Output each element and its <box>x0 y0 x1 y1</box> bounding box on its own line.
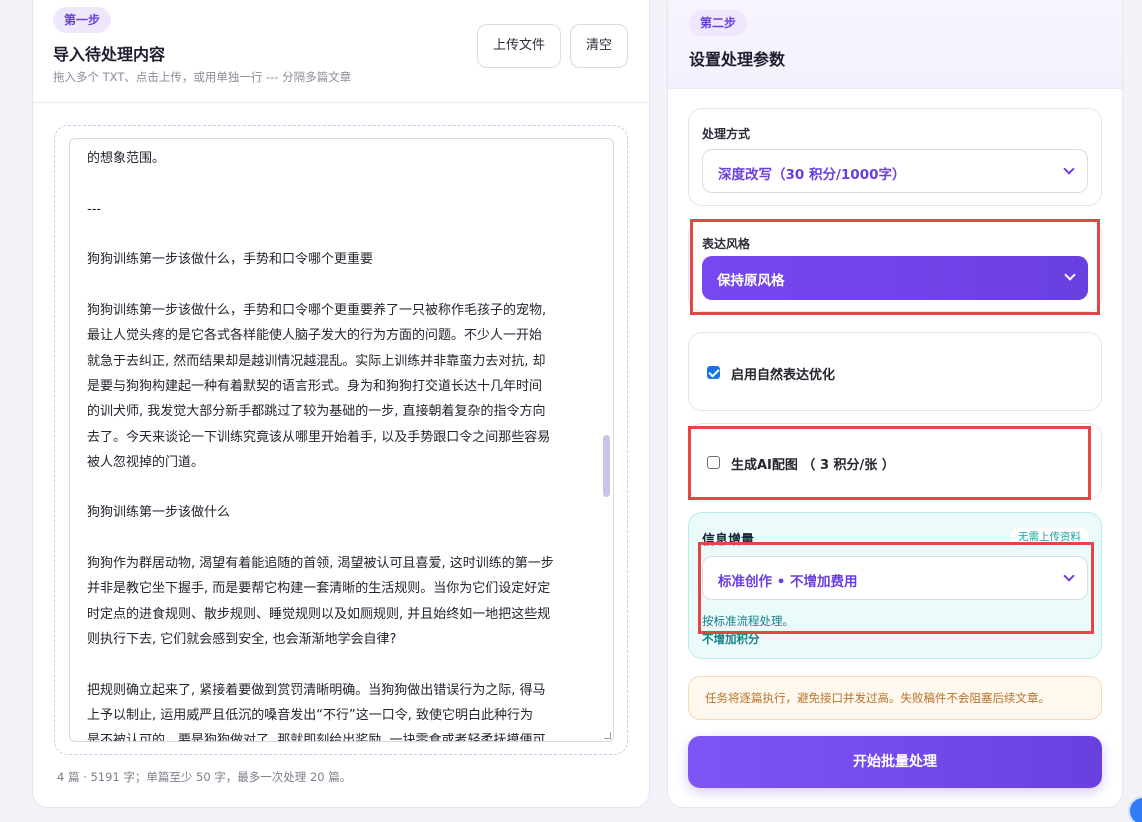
upload-file-button[interactable]: 上传文件 <box>477 24 561 68</box>
mode-select-value: 深度改写（30 积分/1000字） <box>718 167 906 183</box>
editor-line: 狗狗训练第一步该做什么 <box>87 505 231 521</box>
style-select[interactable]: 保持原风格 <box>702 256 1088 300</box>
natural-section: 启用自然表达优化 <box>688 332 1102 411</box>
style-section: 表达风格 保持原风格 <box>688 220 1102 312</box>
help-fab-icon[interactable] <box>1128 796 1142 822</box>
editor-line <box>87 222 592 247</box>
settings-panel: 第二步 设置处理参数 处理方式 深度改写（30 积分/1000字） 表达风格 保… <box>667 0 1123 808</box>
editor-line <box>87 526 592 551</box>
clear-button[interactable]: 清空 <box>570 24 628 68</box>
ai-image-checkbox[interactable] <box>707 456 720 469</box>
editor-line: 是要与狗狗构建起一种有着默契的语言形式。身为和狗狗打交道长达十几年时间 <box>87 378 543 394</box>
editor-line <box>87 475 592 500</box>
info-select-value: 标准创作 • 不增加费用 <box>718 574 858 590</box>
natural-label: 启用自然表达优化 <box>731 368 836 383</box>
editor-line: 并非是教它坐下握手, 而是要帮它构建一套清晰的生活规则。当你为它们设定好定 <box>87 581 551 597</box>
content-textarea[interactable]: 种方式, 而非用于纠正问题的工具, 那么你就会发现宠物给予你的回应, 远远超出你… <box>69 138 614 742</box>
info-tag-badge: 无需上传资料 <box>1010 528 1089 546</box>
import-subtitle: 拖入多个 TXT、点击上传，或用单独一行 --- 分隔多篇文章 <box>53 70 352 84</box>
natural-checkbox[interactable] <box>707 366 720 379</box>
editor-line: 狗狗训练第一步该做什么，手势和口令哪个更重要养了一只被称作毛孩子的宠物, <box>87 303 547 319</box>
import-title: 导入待处理内容 <box>53 45 166 64</box>
style-label: 表达风格 <box>702 237 751 251</box>
mode-section: 处理方式 深度改写（30 积分/1000字） <box>688 108 1102 206</box>
editor-line: 上予以制止, 运用威严且低沉的嗓音发出“不行”这一口令, 致使它明白此种行为 <box>87 707 533 723</box>
editor-line <box>87 172 592 197</box>
info-title: 信息增量 <box>702 533 755 548</box>
editor-line: 的训犬师, 我发觉大部分新手都跳过了较为基础的一步, 直接朝着复杂的指令方向 <box>87 404 546 420</box>
editor-line: 把规则确立起来了, 紧接着要做到赏罚清晰明确。当狗狗做出错误行为之际, 得马 <box>87 682 546 698</box>
info-note: 按标准流程处理。 <box>702 614 794 628</box>
mode-label: 处理方式 <box>702 127 751 141</box>
editor-line: 种方式, 而非用于纠正问题的工具, 那么你就会发现宠物给予你的回应, 远远超出你 <box>87 139 592 146</box>
chevron-down-icon <box>1064 269 1076 281</box>
chevron-down-icon <box>1063 163 1075 175</box>
mode-select[interactable]: 深度改写（30 积分/1000字） <box>702 149 1088 193</box>
import-panel: 第一步 导入待处理内容 拖入多个 TXT、点击上传，或用单独一行 --- 分隔多… <box>32 0 650 808</box>
step-one-badge: 第一步 <box>53 7 112 33</box>
word-count-footer: 4 篇 · 5191 字；单篇至少 50 字，最多一次处理 20 篇。 <box>57 770 352 784</box>
editor-line: 时定点的进食规则、散步规则、睡觉规则以及如厕规则, 并且始终如一地把这些规 <box>87 606 551 622</box>
info-note-secondary: 不增加积分 <box>702 632 760 646</box>
ai-image-label: 生成AI配图 （ 3 积分/张 ） <box>731 458 895 473</box>
notice-banner: 任务将逐篇执行，避免接口并发过高。失败稿件不会阻塞后续文章。 <box>688 676 1102 720</box>
start-batch-button[interactable]: 开始批量处理 <box>688 736 1102 788</box>
chevron-down-icon <box>1063 570 1075 582</box>
editor-line: --- <box>87 201 102 217</box>
drop-zone[interactable]: 种方式, 而非用于纠正问题的工具, 那么你就会发现宠物给予你的回应, 远远超出你… <box>54 125 628 755</box>
editor-line <box>87 652 592 677</box>
editor-line: 去了。今天来谈论一下训练究竟该从哪里开始着手, 以及手势跟口令之间那些容易 <box>87 429 551 445</box>
content-text: 种方式, 而非用于纠正问题的工具, 那么你就会发现宠物给予你的回应, 远远超出你… <box>87 139 592 742</box>
editor-line: 被人忽视掉的门道。 <box>87 454 205 470</box>
import-header: 第一步 导入待处理内容 拖入多个 TXT、点击上传，或用单独一行 --- 分隔多… <box>33 0 649 103</box>
scrollbar-thumb[interactable] <box>603 435 610 497</box>
info-increment-section: 信息增量 无需上传资料 标准创作 • 不增加费用 按标准流程处理。 不增加积分 <box>688 512 1102 659</box>
editor-line <box>87 273 592 298</box>
editor-line: 则执行下去, 它们就会感到安全, 也会渐渐地学会自律? <box>87 631 397 647</box>
editor-line: 是不被认可的。要是狗狗做对了, 那就即刻给出奖励, 一块零食或者轻柔抚摸便可 <box>87 733 546 742</box>
info-select[interactable]: 标准创作 • 不增加费用 <box>702 556 1088 600</box>
ai-image-section: 生成AI配图 （ 3 积分/张 ） <box>688 423 1102 500</box>
resize-handle-icon[interactable] <box>604 732 611 739</box>
step-two-badge: 第二步 <box>689 10 748 36</box>
style-select-value: 保持原风格 <box>717 273 785 289</box>
editor-line: 狗狗作为群居动物, 渴望有着能追随的首领, 渴望被认可且喜爱, 这时训练的第一步 <box>87 556 554 572</box>
editor-line: 最让人觉头疼的是它各式各样能使人脑子发大的行为方面的问题。不少人一开始 <box>87 328 543 344</box>
settings-title: 设置处理参数 <box>689 50 786 69</box>
editor-line: 狗狗训练第一步该做什么，手势和口令哪个更重要 <box>87 252 374 268</box>
settings-header: 第二步 设置处理参数 <box>668 0 1122 89</box>
editor-line: 的想象范围。 <box>87 151 166 167</box>
editor-line: 就急于去纠正, 然而结果却是越训情况越混乱。实际上训练并非靠蛮力去对抗, 却 <box>87 353 546 369</box>
